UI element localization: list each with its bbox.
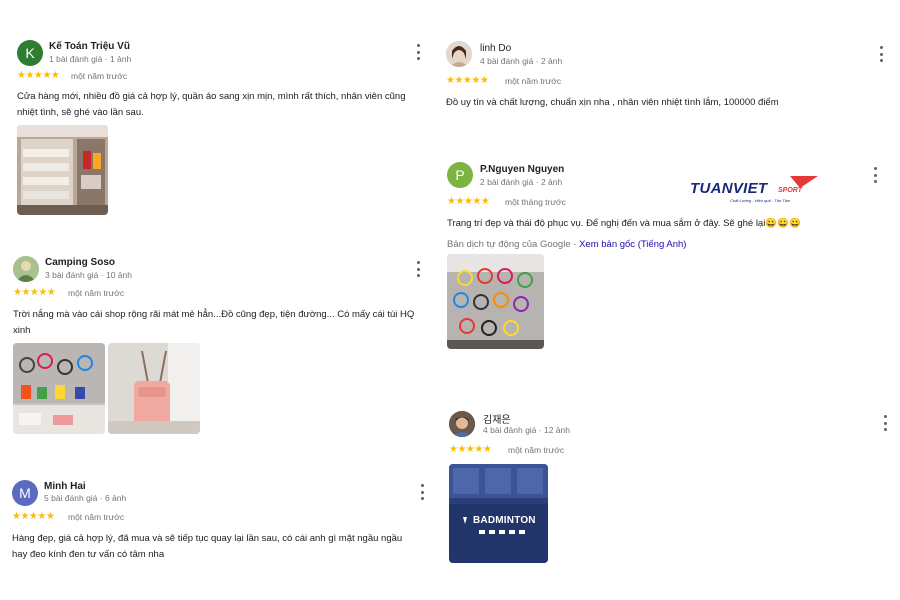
reviewer-name[interactable]: P.Nguyen Nguyen — [480, 164, 564, 175]
reviewer-meta: 2 bài đánh giá · 2 ảnh — [480, 177, 563, 187]
star-rating: ★★★★★ — [447, 196, 490, 207]
star-rating: ★★★★★ — [17, 70, 60, 81]
avatar[interactable] — [446, 41, 472, 67]
review-text: Trời nắng mà vào cái shop rộng rãi mát m… — [13, 309, 415, 336]
avatar[interactable]: M — [12, 480, 38, 506]
more-options-icon[interactable] — [878, 46, 884, 62]
star-rating: ★★★★★ — [12, 511, 55, 522]
reviewer-meta: 3 bài đánh giá · 10 ảnh — [45, 270, 132, 280]
review-photo[interactable]: BADMINTON — [449, 464, 548, 563]
view-original-link[interactable]: Xem bản gốc (Tiếng Anh) — [579, 239, 686, 250]
review-date: một tháng trước — [505, 197, 566, 207]
reviewer-name[interactable]: Camping Soso — [45, 257, 115, 268]
review-text: Cửa hàng mới, nhiều đồ giá cả hợp lý, qu… — [17, 91, 406, 118]
reviewer-name[interactable]: linh Do — [480, 43, 511, 54]
reviewer-name[interactable]: Kế Toán Triệu Vũ — [49, 41, 130, 52]
review-date: một năm trước — [508, 445, 565, 455]
star-rating: ★★★★★ — [446, 75, 489, 86]
avatar[interactable]: K — [17, 40, 43, 66]
reviewer-meta: 1 bài đánh giá · 1 ảnh — [49, 54, 132, 64]
reviewer-meta: 4 bài đánh giá · 12 ảnh — [483, 425, 570, 435]
star-rating: ★★★★★ — [13, 287, 56, 298]
review-date: một năm trước — [505, 76, 562, 86]
review-date: một năm trước — [68, 512, 125, 522]
review-text: Hàng đẹp, giá cả hợp lý, đã mua và sẽ ti… — [12, 533, 403, 560]
avatar[interactable] — [449, 411, 475, 437]
avatar[interactable]: P — [447, 162, 473, 188]
translation-info: Bản dịch tự động của Google · Xem bản gố… — [447, 239, 687, 250]
brand-tagline: Chất Lượng - Hiệu quả - Tận Tâm — [730, 198, 791, 203]
translation-note: Bản dịch tự động của Google — [447, 239, 571, 250]
review-photo[interactable] — [17, 125, 108, 215]
photo-sign-text: BADMINTON — [473, 515, 536, 526]
reviewer-meta: 4 bài đánh giá · 2 ảnh — [480, 56, 563, 66]
review-date: một năm trước — [68, 288, 125, 298]
reviewer-meta: 5 bài đánh giá · 6 ảnh — [44, 493, 127, 503]
more-options-icon[interactable] — [882, 415, 888, 431]
avatar[interactable] — [13, 256, 39, 282]
brand-logo: TUANVIET SPORT Chất Lượng - Hiệu quả - T… — [690, 174, 820, 208]
review-text: Trang trí đẹp và thái độ phục vụ. Để ngh… — [447, 218, 801, 229]
more-options-icon[interactable] — [415, 44, 421, 60]
more-options-icon[interactable] — [872, 167, 878, 183]
review-date: một năm trước — [71, 71, 128, 81]
brand-sub: SPORT — [778, 187, 802, 194]
review-photo[interactable] — [108, 343, 200, 434]
more-options-icon[interactable] — [419, 484, 425, 500]
brand-name: TUANVIET — [690, 180, 768, 197]
review-photo[interactable] — [13, 343, 105, 434]
star-rating: ★★★★★ — [449, 444, 492, 455]
reviewer-name[interactable]: Minh Hai — [44, 481, 86, 492]
review-photo[interactable] — [447, 254, 544, 349]
more-options-icon[interactable] — [415, 261, 421, 277]
review-text: Đồ uy tín và chất lượng, chuẩn xịn nha ,… — [446, 97, 779, 108]
reviewer-name[interactable]: 김재은 — [483, 411, 511, 426]
